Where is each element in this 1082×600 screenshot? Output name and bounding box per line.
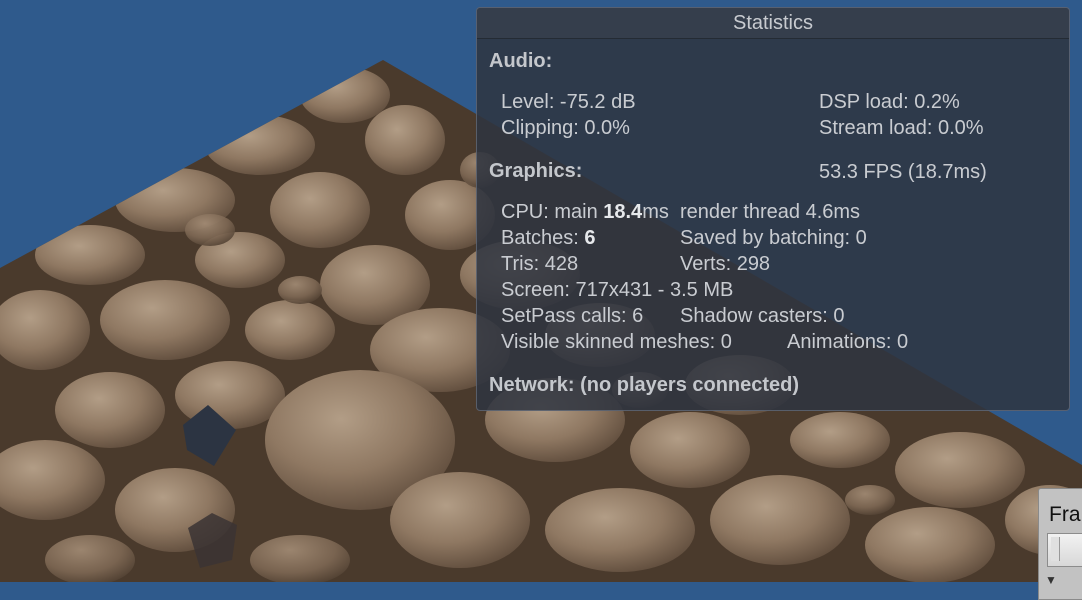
graphics-verts: Verts: 298 — [680, 253, 771, 275]
graphics-animations: Animations: 0 — [787, 331, 909, 353]
batches-prefix: Batches: — [501, 227, 585, 249]
network-status: Network: (no players connected) — [489, 374, 800, 396]
graphics-tris: Tris: 428 — [501, 253, 579, 275]
cpu-suffix: ms render thread 4.6ms — [642, 201, 861, 223]
graphics-cpu: CPU: main 18.4ms render thread 4.6ms — [501, 201, 860, 224]
graphics-saved-by-batching: Saved by batching: 0 — [680, 227, 867, 249]
frame-debugger-panel[interactable]: Fra ▼ — [1038, 488, 1082, 600]
graphics-fps: 53.3 FPS (18.7ms) — [819, 161, 987, 183]
statistics-title: Statistics — [477, 8, 1069, 39]
graphics-screen: Screen: 717x431 - 3.5 MB — [501, 279, 734, 301]
collapse-arrow-icon[interactable]: ▼ — [1045, 573, 1057, 587]
cpu-main-value: 18.4 — [603, 201, 643, 223]
graphics-heading: Graphics: — [489, 160, 583, 182]
graphics-setpass: SetPass calls: 6 — [501, 305, 644, 327]
graphics-visible-skinned: Visible skinned meshes: 0 — [501, 331, 732, 353]
graphics-batches: Batches: 6 — [501, 227, 596, 250]
audio-dsp-load: DSP load: 0.2% — [819, 91, 960, 113]
audio-level: Level: -75.2 dB — [501, 91, 636, 113]
audio-heading: Audio: — [489, 50, 553, 72]
frame-slider[interactable] — [1047, 533, 1082, 567]
batches-value: 6 — [584, 227, 596, 249]
statistics-panel: Statistics Audio: Level: -75.2 dB DSP lo… — [476, 7, 1070, 411]
frame-panel-label: Fra — [1049, 503, 1081, 526]
frame-slider-thumb[interactable] — [1051, 537, 1060, 561]
audio-clipping: Clipping: 0.0% — [501, 117, 630, 139]
cpu-prefix: CPU: main — [501, 201, 604, 223]
graphics-shadow-casters: Shadow casters: 0 — [680, 305, 845, 327]
audio-stream-load: Stream load: 0.0% — [819, 117, 984, 139]
